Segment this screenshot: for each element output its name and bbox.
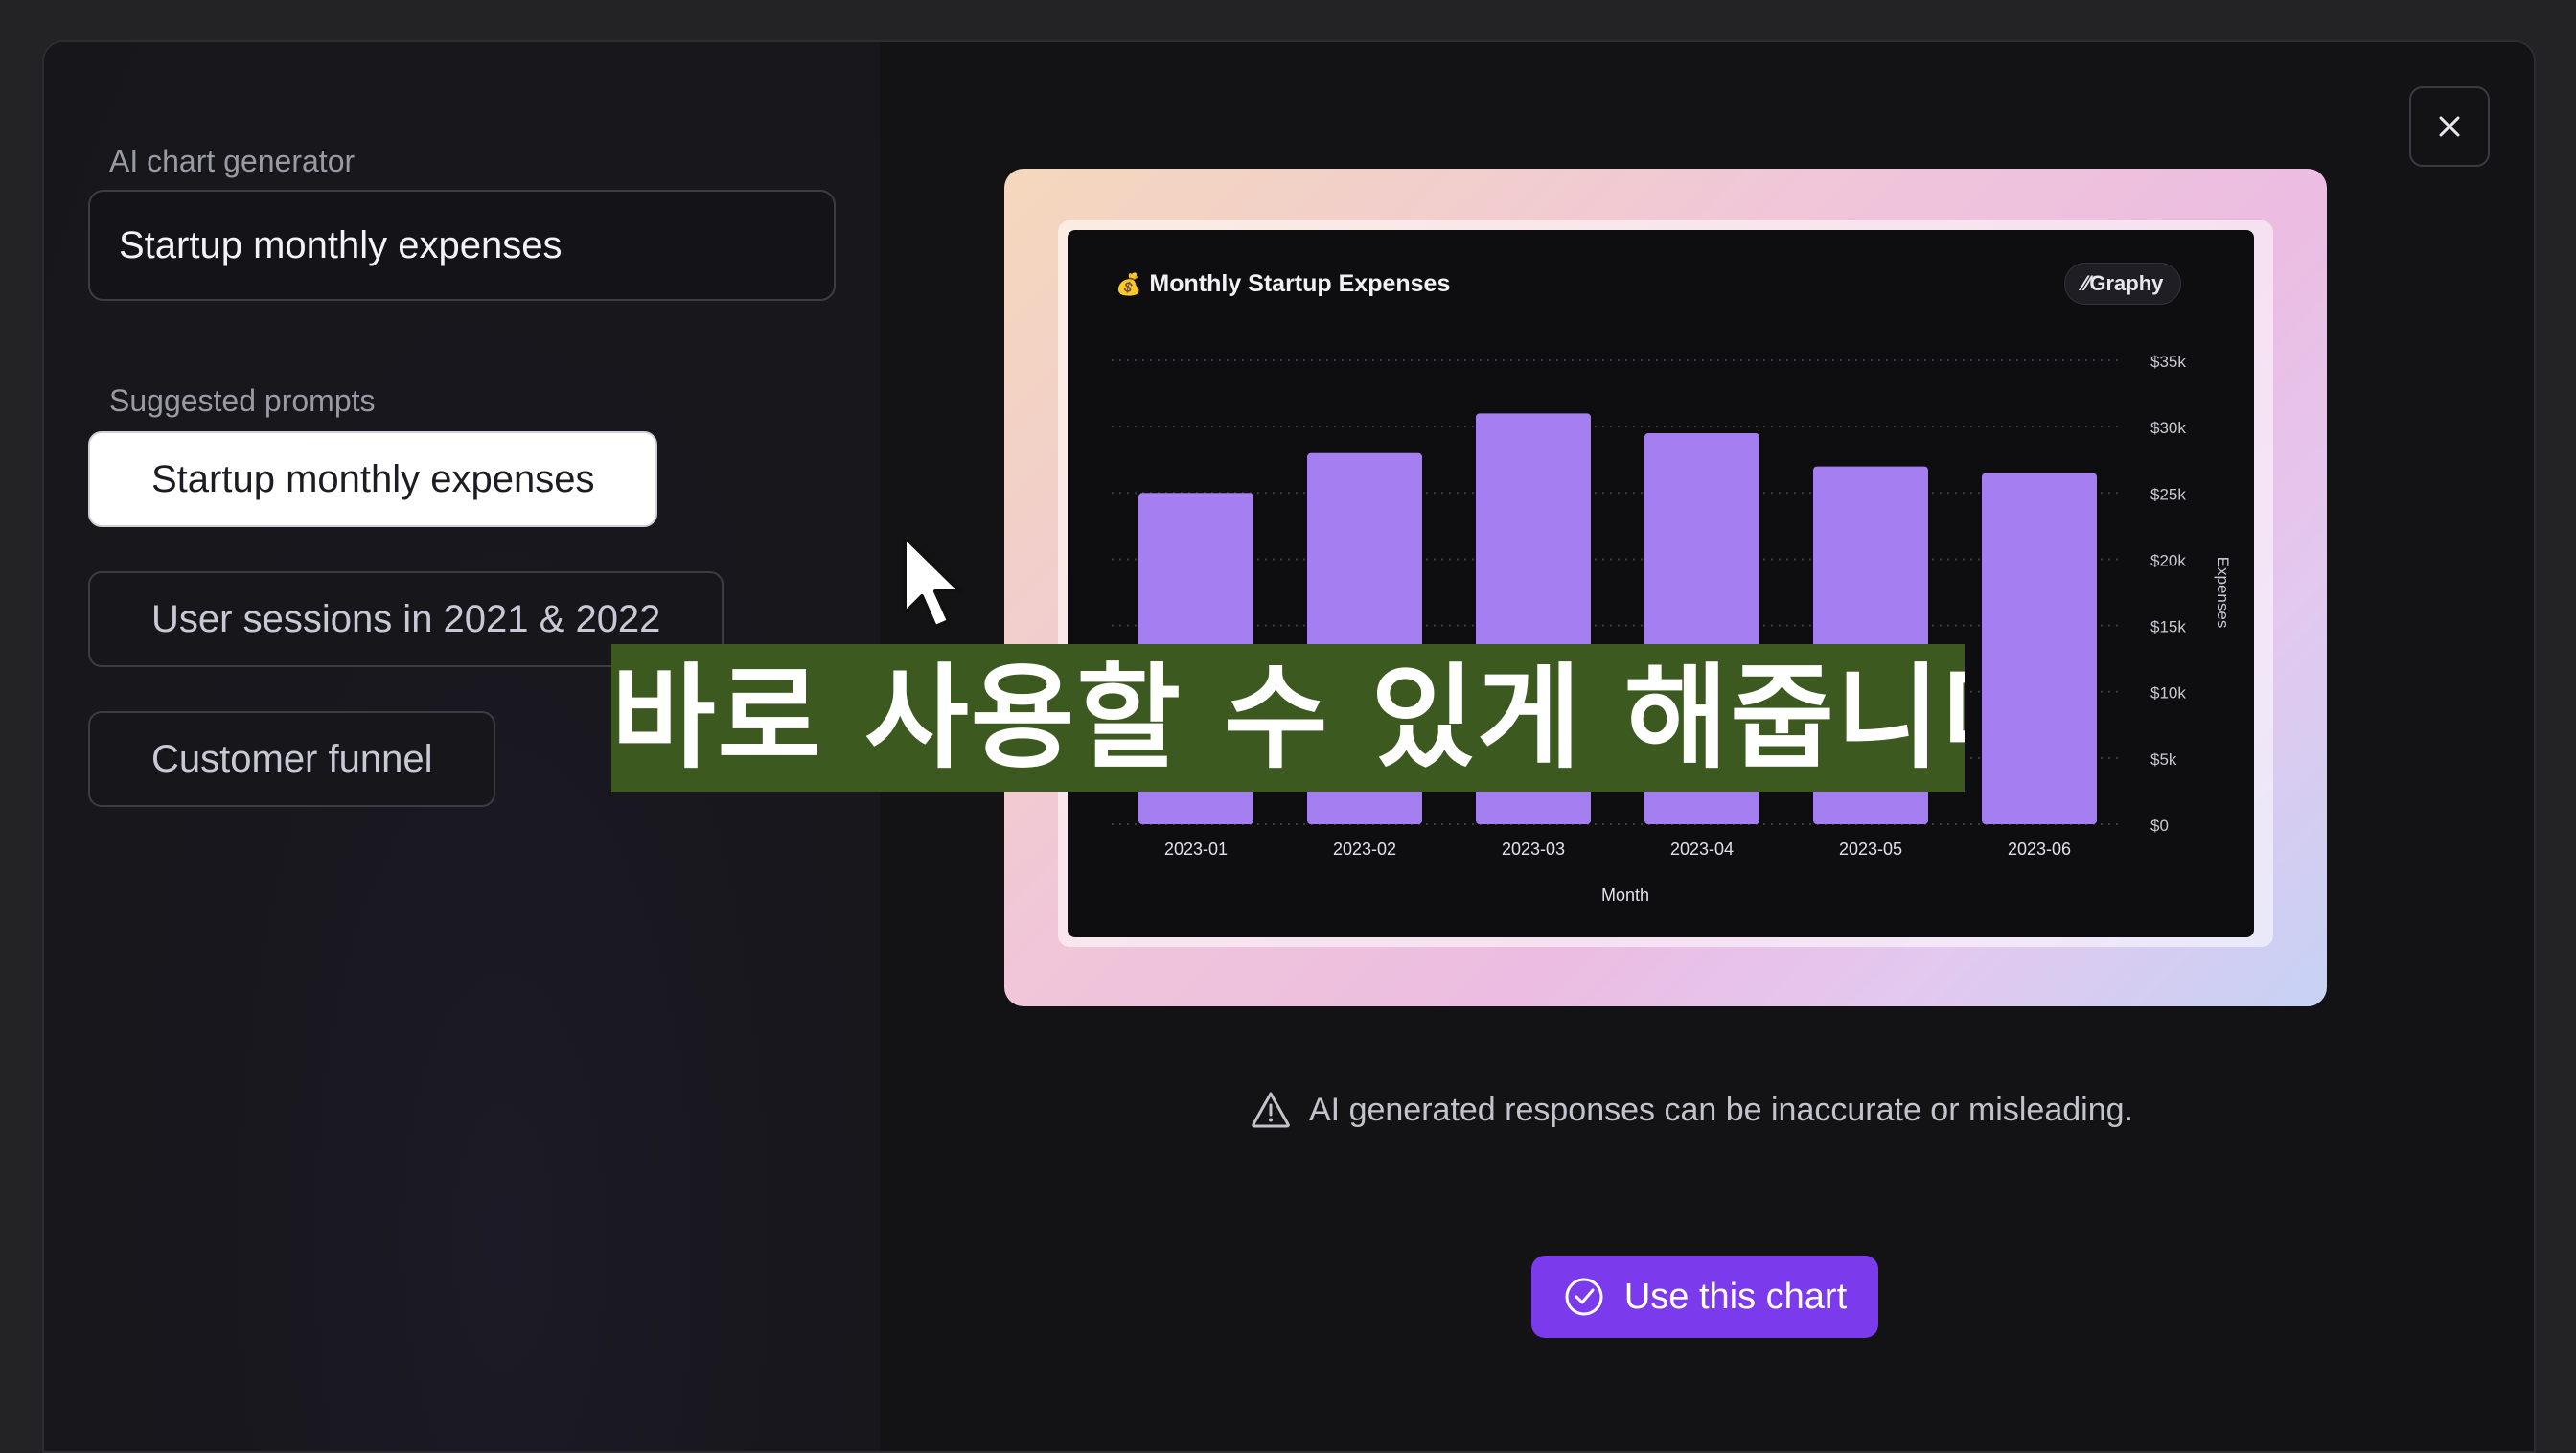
chart-preview-frame: 💰 Monthly Startup Expenses ⁄⁄Graphy $0 $5k… [1004, 169, 2327, 1006]
y-tick-label: $0 [2150, 817, 2169, 835]
disclaimer-text: AI generated responses can be inaccurate… [1309, 1091, 2133, 1128]
y-tick-label: $10k [2150, 684, 2186, 703]
suggestion-chip-customer-funnel[interactable]: Customer funnel [88, 711, 496, 807]
y-tick-label: $20k [2150, 551, 2186, 569]
close-icon [2439, 116, 2460, 137]
x-tick-label: 2023-02 [1333, 840, 1396, 859]
bar-chart: $0 $5k $10k $15k $20k $25k $30k $35k 2023-01 2023… [1112, 353, 2232, 905]
x-tick-label: 2023-05 [1839, 840, 1902, 859]
close-button[interactable] [2409, 86, 2490, 167]
panel-title: AI chart generator [109, 144, 356, 178]
video-subtitle-caption: 바로 사용할 수 있게 해줍니다 [611, 644, 1965, 792]
suggestion-chip-startup-expenses[interactable]: Startup monthly expenses [88, 431, 658, 527]
x-axis-title: Month [1601, 886, 1649, 905]
ai-disclaimer: AI generated responses can be inaccurate… [1250, 1085, 2133, 1135]
x-tick-label: 2023-06 [2008, 840, 2071, 859]
bar [1982, 473, 2097, 824]
x-tick-label: 2023-04 [1670, 840, 1734, 859]
y-tick-label: $5k [2150, 750, 2177, 769]
y-tick-label: $30k [2150, 419, 2186, 437]
y-tick-label: $35k [2150, 353, 2186, 371]
y-tick-label: $15k [2150, 618, 2186, 636]
use-this-chart-label: Use this chart [1623, 1276, 1848, 1317]
mouse-cursor-icon [903, 535, 962, 629]
x-tick-label: 2023-01 [1164, 840, 1228, 859]
chart-card: 💰 Monthly Startup Expenses ⁄⁄Graphy $0 $5k… [1068, 230, 2254, 937]
prompt-input[interactable] [88, 190, 836, 301]
use-this-chart-button[interactable]: Use this chart [1531, 1256, 1878, 1338]
x-tick-label: 2023-03 [1502, 840, 1565, 859]
check-circle-icon [1565, 1278, 1603, 1316]
warning-icon [1252, 1092, 1290, 1128]
y-tick-label: $25k [2150, 485, 2186, 503]
suggested-prompts-title: Suggested prompts [109, 383, 376, 418]
y-axis-title: Expenses [2214, 557, 2232, 629]
